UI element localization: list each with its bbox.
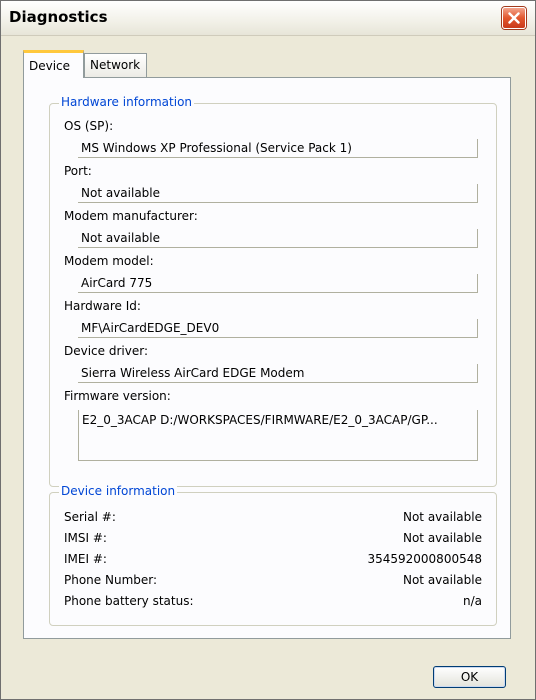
- device-information-group: Device information Serial #: Not availab…: [49, 484, 497, 626]
- device-group-title: Device information: [59, 484, 178, 498]
- serial-label: Serial #:: [64, 510, 116, 524]
- device-driver-label: Device driver:: [64, 344, 148, 358]
- battery-status-value: n/a: [462, 594, 482, 608]
- modem-model-label: Modem model:: [64, 254, 154, 268]
- modem-model-value: AirCard 775: [78, 274, 478, 293]
- modem-manufacturer-label: Modem manufacturer:: [64, 209, 198, 223]
- os-value: MS Windows XP Professional (Service Pack…: [78, 139, 478, 158]
- os-label: OS (SP):: [64, 119, 114, 133]
- ok-button[interactable]: OK: [433, 666, 506, 688]
- phone-number-label: Phone Number:: [64, 573, 158, 587]
- device-tab-panel: Hardware information OS (SP): MS Windows…: [23, 77, 511, 639]
- imsi-value: Not available: [402, 531, 482, 545]
- port-label: Port:: [64, 164, 92, 178]
- imsi-label: IMSI #:: [64, 531, 107, 545]
- serial-value: Not available: [402, 510, 482, 524]
- title-bar[interactable]: Diagnostics: [1, 1, 535, 36]
- hardware-information-group: Hardware information OS (SP): MS Windows…: [49, 95, 497, 487]
- port-value: Not available: [78, 184, 478, 203]
- imei-value: 354592000800548: [367, 552, 482, 566]
- window-title: Diagnostics: [9, 8, 108, 26]
- imei-label: IMEI #:: [64, 552, 107, 566]
- hardware-id-label: Hardware Id:: [64, 299, 141, 313]
- tab-network[interactable]: Network: [84, 53, 147, 77]
- close-icon: [508, 12, 520, 24]
- firmware-version-value: E2_0_3ACAP D:/WORKSPACES/FIRMWARE/E2_0_3…: [78, 410, 478, 461]
- phone-number-value: Not available: [402, 573, 482, 587]
- tab-device[interactable]: Device: [23, 50, 84, 78]
- hardware-id-value: MF\AirCardEDGE_DEV0: [78, 319, 478, 338]
- close-button[interactable]: [502, 7, 526, 29]
- battery-status-label: Phone battery status:: [64, 594, 194, 608]
- device-driver-value: Sierra Wireless AirCard EDGE Modem: [78, 364, 478, 383]
- hardware-group-title: Hardware information: [59, 95, 195, 109]
- modem-manufacturer-value: Not available: [78, 229, 478, 248]
- firmware-version-label: Firmware version:: [64, 389, 171, 403]
- diagnostics-dialog: Diagnostics Device Network Hardware info…: [0, 0, 536, 700]
